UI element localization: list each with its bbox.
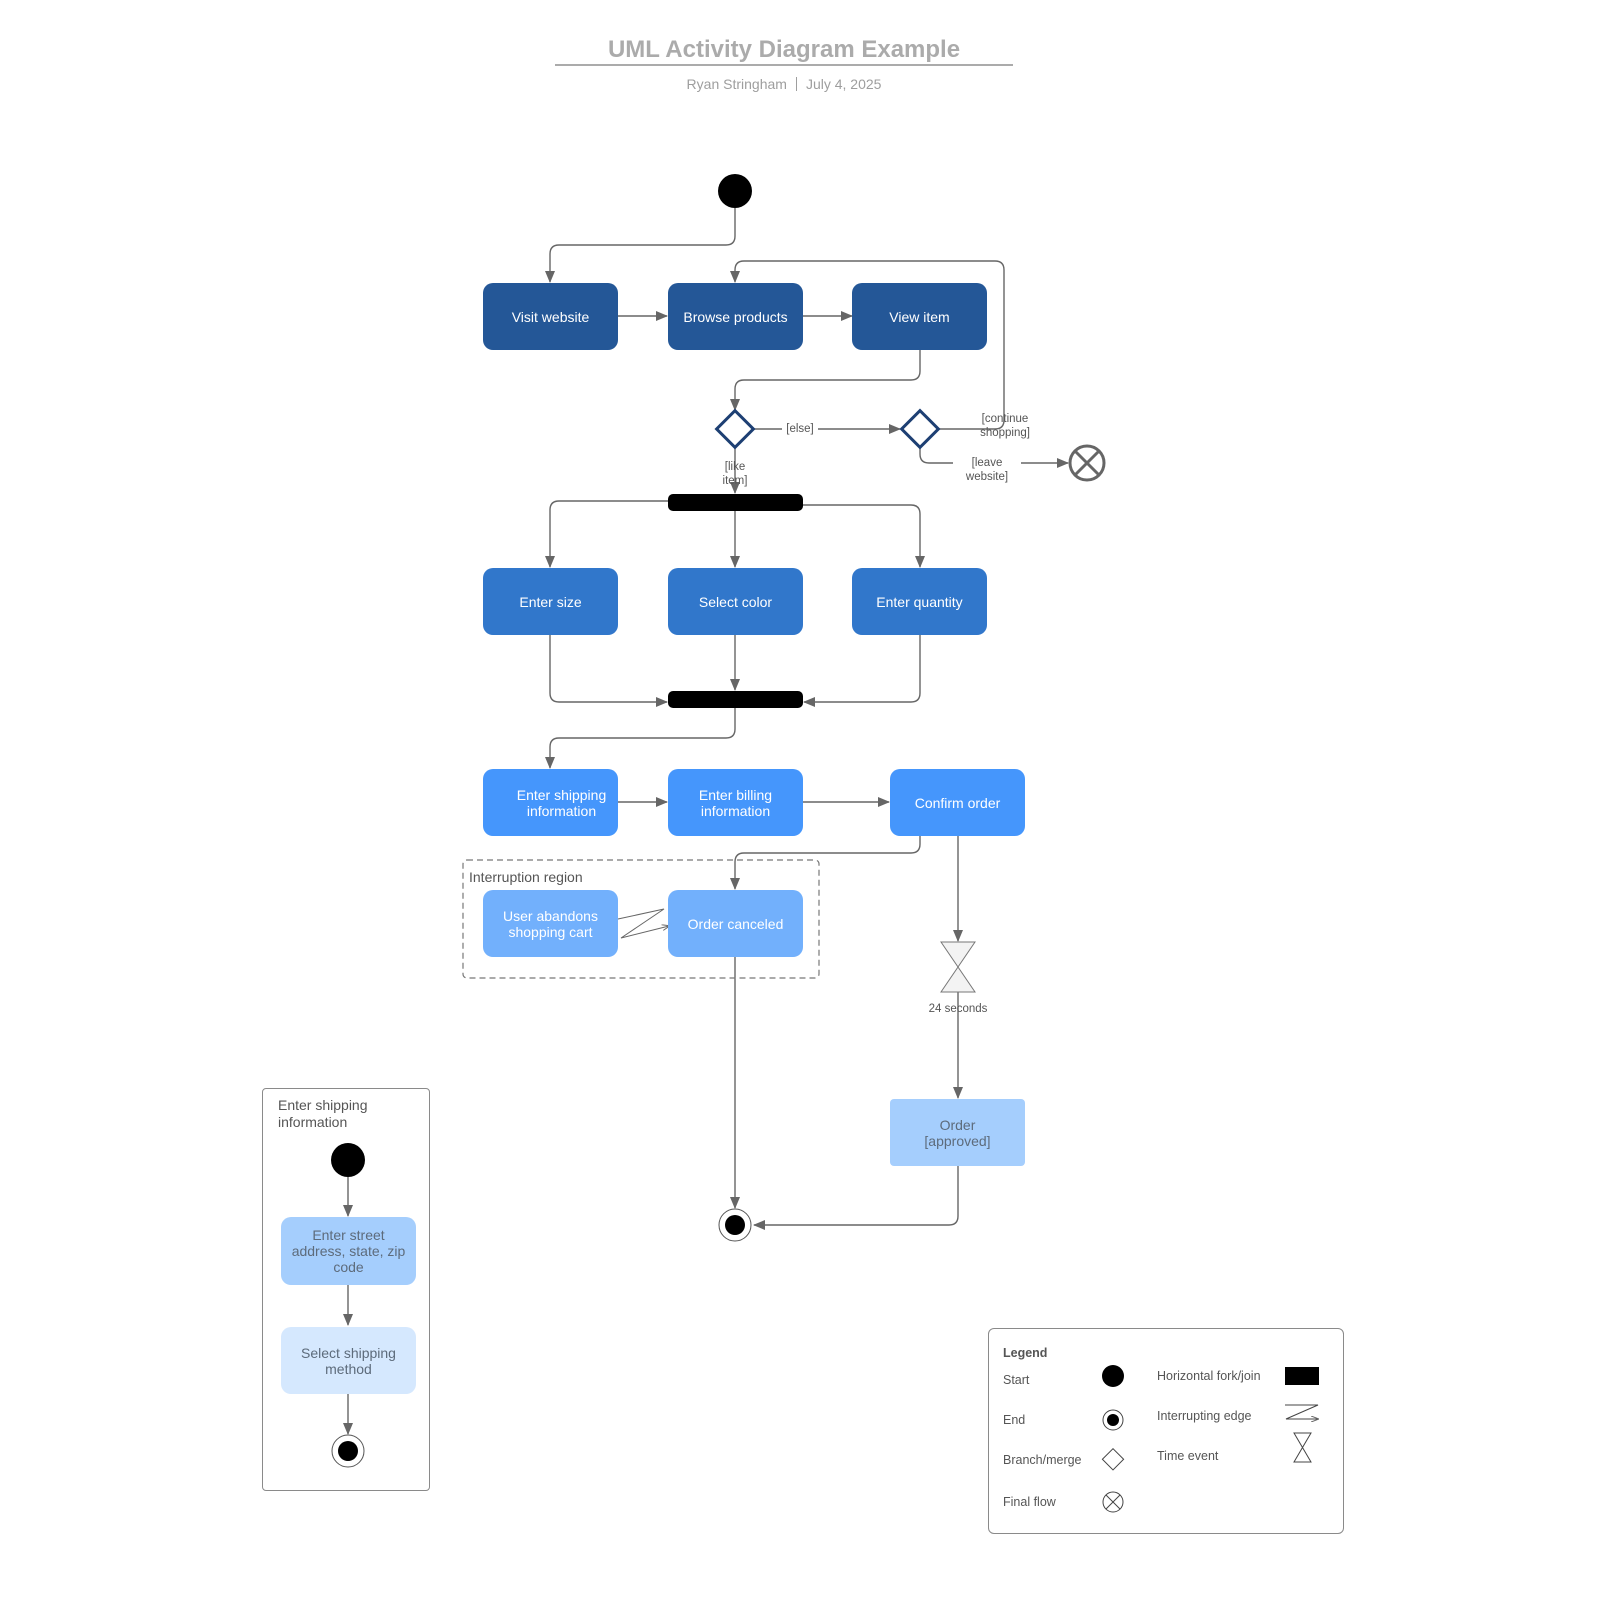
- legend-label-start: Start: [1003, 1373, 1030, 1387]
- guard-continue-shopping: [continue shopping]: [980, 413, 1030, 439]
- node-order-canceled[interactable]: Order canceled: [668, 890, 803, 957]
- time-event-hourglass: [940, 941, 976, 993]
- edge-join-to-shipping: [545, 708, 736, 769]
- guard-leave-website: [leave website]: [953, 456, 1021, 484]
- edge-start-to-visit: [545, 208, 736, 283]
- node-confirm-order[interactable]: Confirm order: [890, 769, 1025, 836]
- subactivity-title: Enter shipping information: [278, 1097, 368, 1130]
- node-view-item[interactable]: View item: [852, 283, 987, 350]
- join-bar: [668, 691, 803, 708]
- node-enter-size[interactable]: Enter size: [483, 568, 618, 635]
- edge-fork-to-size: [545, 500, 668, 568]
- edge-confirm-to-canceled: [730, 836, 921, 890]
- node-enter-billing[interactable]: Enter billing information: [668, 769, 803, 836]
- guard-else: [else]: [782, 422, 818, 436]
- time-event-label: 24 seconds: [928, 1003, 988, 1015]
- decision-continue: [899, 408, 941, 450]
- sub-node-street-address[interactable]: Enter street address, state, zip code: [281, 1217, 416, 1285]
- decision-like-item: [714, 408, 756, 450]
- guard-like-item: [like item]: [722, 461, 748, 487]
- node-user-abandons[interactable]: User abandons shopping cart: [483, 890, 618, 957]
- final-flow-node: [1068, 444, 1106, 482]
- edge-quantity-to-join: [803, 634, 921, 707]
- edge-view-to-decision: [730, 350, 921, 411]
- subactivity-panel: [262, 1088, 430, 1491]
- node-visit-website[interactable]: Visit website: [483, 283, 618, 350]
- edge-size-to-join: [549, 634, 668, 707]
- sub-node-shipping-method[interactable]: Select shipping method: [281, 1327, 416, 1394]
- interruption-region-label: Interruption region: [469, 869, 583, 885]
- legend-label-branch-merge: Branch/merge: [1003, 1453, 1082, 1467]
- legend-label-interrupting-edge: Interrupting edge: [1157, 1409, 1252, 1423]
- end-node: [718, 1208, 752, 1242]
- node-select-color[interactable]: Select color: [668, 568, 803, 635]
- node-order-approved[interactable]: Order [approved]: [890, 1099, 1025, 1166]
- legend-label-end: End: [1003, 1413, 1026, 1427]
- edge-fork-to-quantity: [803, 504, 925, 568]
- fork-bar: [668, 494, 803, 511]
- legend-title: Legend: [1003, 1346, 1048, 1360]
- edge-approved-to-end: [753, 1166, 959, 1230]
- start-node: [718, 174, 752, 208]
- node-enter-quantity[interactable]: Enter quantity: [852, 568, 987, 635]
- node-enter-shipping[interactable]: Enter shipping information: [483, 769, 618, 836]
- interrupting-edge: [617, 908, 669, 939]
- legend-label-time-event: Time event: [1157, 1449, 1219, 1463]
- legend-label-fork-join: Horizontal fork/join: [1157, 1369, 1261, 1383]
- node-browse-products[interactable]: Browse products: [668, 283, 803, 350]
- legend-label-final-flow: Final flow: [1003, 1495, 1056, 1509]
